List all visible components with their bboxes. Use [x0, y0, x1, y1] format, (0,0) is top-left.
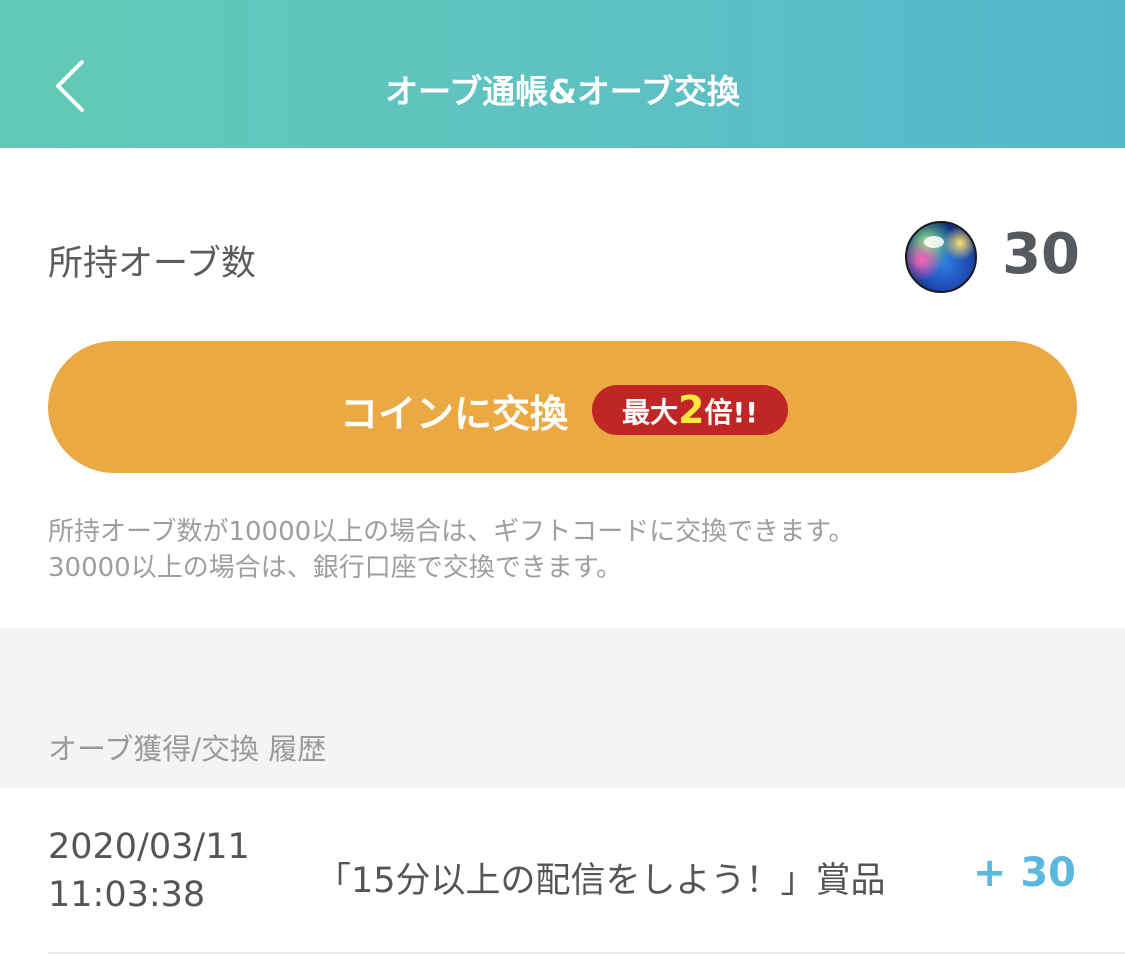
history-row-description: 「15分以上の配信をしよう！」賞品: [316, 861, 886, 901]
history-row-date: 2020/03/11: [48, 827, 250, 867]
exchange-note-bank: 30000以上の場合は、銀行口座で交換できます。: [48, 553, 623, 583]
exchange-note-gift-code: 所持オーブ数が10000以上の場合は、ギフトコードに交換できます。: [48, 517, 855, 547]
bonus-badge-prefix: 最大: [621, 396, 678, 429]
orb-icon: [905, 221, 977, 293]
bonus-badge-suffix: 倍!!: [704, 396, 758, 429]
bonus-badge[interactable]: 最大2倍!!: [592, 385, 788, 435]
orb-balance-count: 30: [1002, 222, 1080, 287]
exchange-button-label[interactable]: コインに交換: [340, 383, 568, 438]
app-header: オーブ通帳&オーブ交換: [0, 0, 1125, 148]
bonus-badge-number: 2: [678, 388, 705, 432]
history-row-amount: + 30: [972, 850, 1076, 896]
history-row-time: 11:03:38: [48, 875, 206, 915]
history-section-title: オーブ獲得/交換 履歴: [48, 732, 327, 766]
orb-balance-label: 所持オーブ数: [48, 244, 256, 284]
page-title: オーブ通帳&オーブ交換: [385, 72, 740, 111]
